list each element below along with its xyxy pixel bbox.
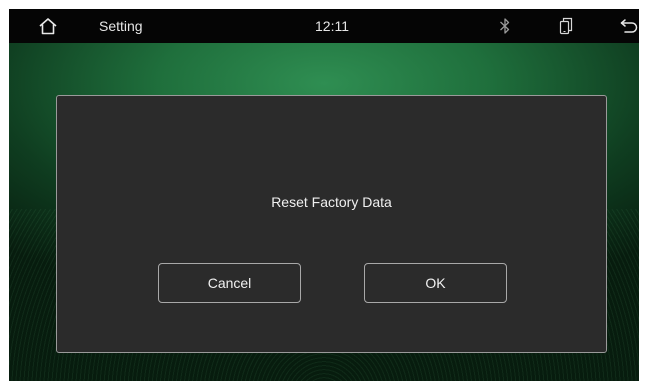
screen-title: Setting (99, 18, 143, 34)
back-icon[interactable] (619, 9, 639, 43)
reset-confirm-dialog: Reset Factory Data Cancel OK (56, 95, 607, 353)
ok-button[interactable]: OK (364, 263, 507, 303)
clock: 12:11 (315, 18, 349, 34)
status-bar: Setting 12:11 (9, 9, 639, 43)
bluetooth-icon[interactable] (497, 9, 513, 43)
phone-link-icon[interactable] (558, 9, 574, 43)
home-icon[interactable] (35, 9, 61, 43)
dialog-message: Reset Factory Data (271, 194, 392, 210)
cancel-button[interactable]: Cancel (158, 263, 301, 303)
settings-screen: Setting 12:11 Reset Factory Data Cancel … (9, 9, 639, 381)
